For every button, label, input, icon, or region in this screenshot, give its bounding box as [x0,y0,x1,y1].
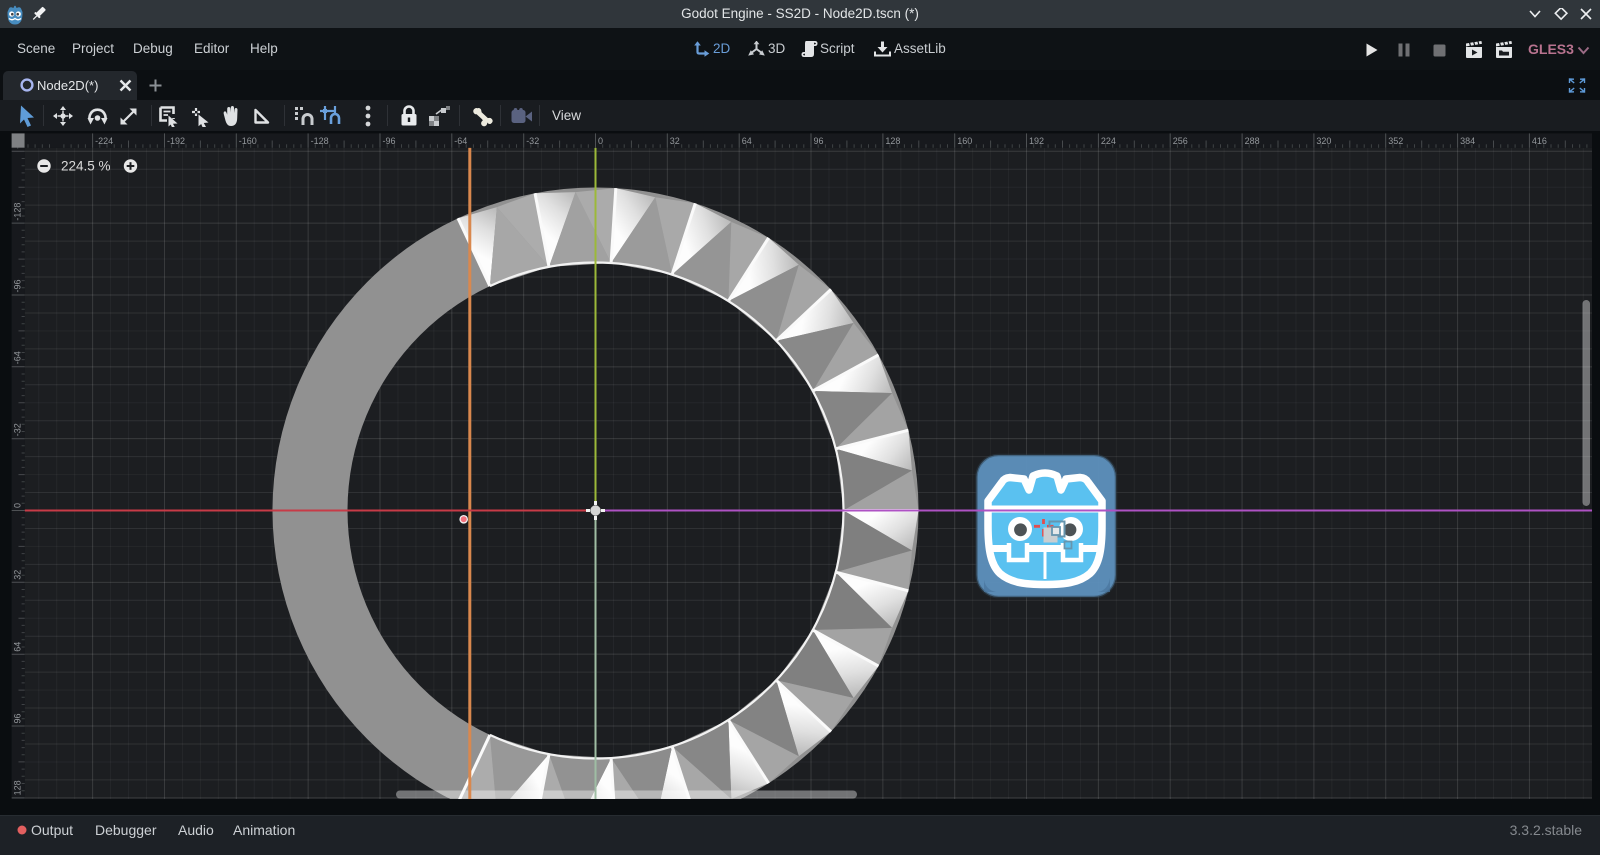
svg-text:384: 384 [1460,136,1475,146]
svg-text:224.5 %: 224.5 % [61,159,111,174]
svg-text:128: 128 [885,136,900,146]
svg-text:416: 416 [1532,136,1547,146]
svg-text:160: 160 [957,136,972,146]
svg-text:-32: -32 [13,423,23,436]
svg-text:-64: -64 [454,136,467,146]
svg-text:-224: -224 [95,136,113,146]
svg-text:192: 192 [1029,136,1044,146]
svg-text:128: 128 [13,780,23,795]
svg-text:96: 96 [13,713,23,723]
svg-text:-32: -32 [526,136,539,146]
svg-text:-64: -64 [13,351,23,364]
svg-text:352: 352 [1388,136,1403,146]
svg-text:224: 224 [1101,136,1116,146]
svg-text:-192: -192 [167,136,185,146]
svg-text:-96: -96 [383,136,396,146]
svg-text:32: 32 [13,570,23,580]
svg-text:-128: -128 [13,203,23,221]
svg-text:256: 256 [1173,136,1188,146]
svg-text:0: 0 [13,503,23,508]
svg-text:320: 320 [1316,136,1331,146]
svg-text:-96: -96 [13,279,23,292]
svg-text:288: 288 [1245,136,1260,146]
svg-text:-128: -128 [311,136,329,146]
svg-text:64: 64 [13,642,23,652]
svg-text:-160: -160 [239,136,257,146]
